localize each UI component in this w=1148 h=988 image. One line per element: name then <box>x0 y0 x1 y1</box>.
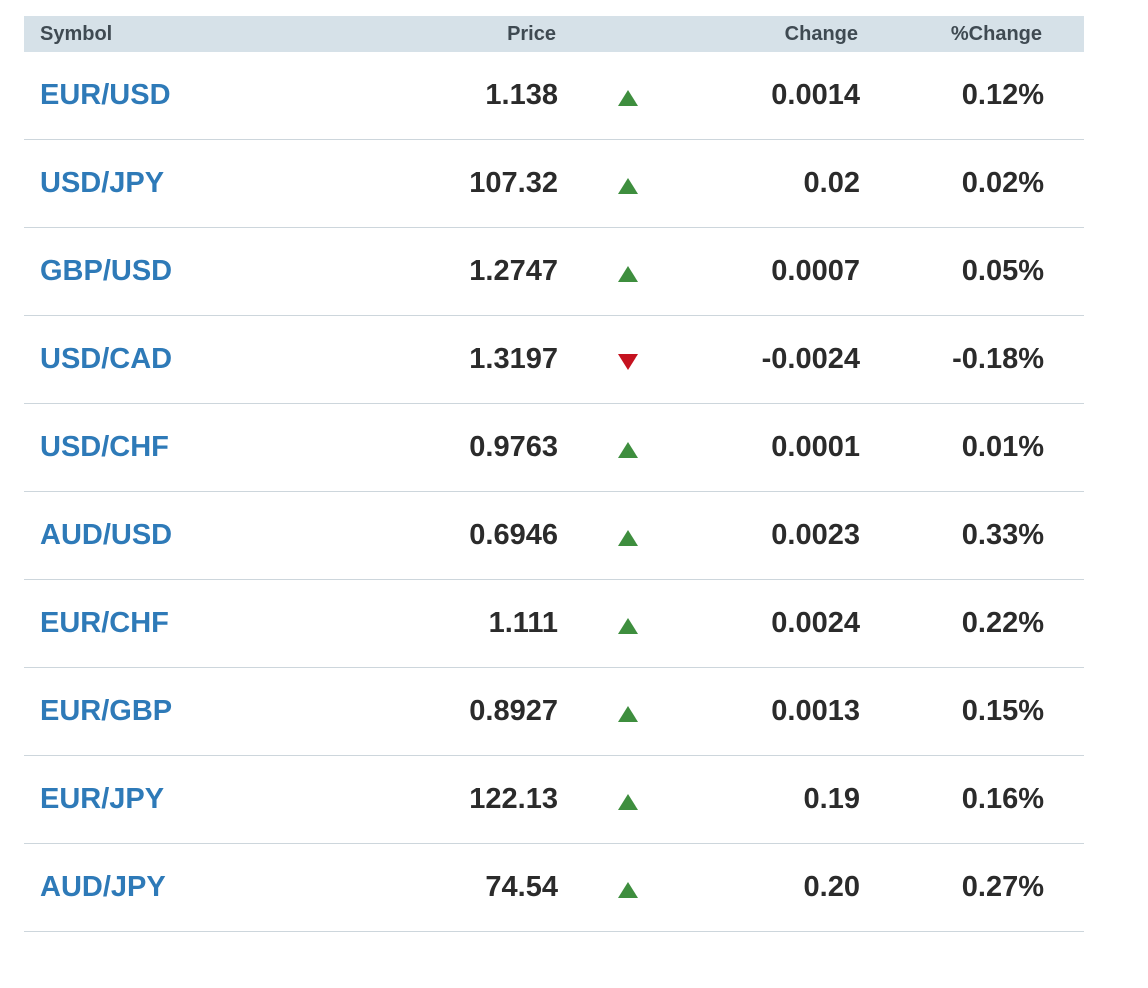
pct-change-cell: 0.15% <box>961 695 1044 727</box>
direction-cell <box>558 174 698 194</box>
symbol-link[interactable]: EUR/GBP <box>40 695 172 727</box>
pct-change-cell: 0.16% <box>961 783 1044 815</box>
direction-cell <box>558 86 698 106</box>
header-price: Price <box>507 22 556 45</box>
price-cell: 1.138 <box>485 79 558 111</box>
header-symbol: Symbol <box>40 22 113 45</box>
price-cell: 1.111 <box>488 607 558 639</box>
table-row: EUR/JPY 122.13 0.19 0.16% <box>24 756 1084 844</box>
table-row: USD/JPY 107.32 0.02 0.02% <box>24 140 1084 228</box>
triangle-up-icon <box>618 265 638 282</box>
price-cell: 122.13 <box>469 783 558 815</box>
table-row: USD/CAD 1.3197 -0.0024 -0.18% <box>24 316 1084 404</box>
symbol-link[interactable]: USD/CAD <box>40 343 172 375</box>
symbol-link[interactable]: USD/JPY <box>40 167 164 199</box>
symbol-cell: AUD/JPY <box>24 871 284 904</box>
header-arrow-spacer <box>558 32 698 36</box>
symbol-link[interactable]: EUR/CHF <box>40 607 169 639</box>
triangle-up-icon <box>618 89 638 106</box>
header-pct-change: %Change <box>950 22 1042 45</box>
direction-cell <box>558 614 698 634</box>
price-cell: 74.54 <box>485 871 558 903</box>
direction-cell <box>558 878 698 898</box>
symbol-cell: EUR/USD <box>24 79 284 112</box>
change-cell: 0.0001 <box>771 431 860 463</box>
change-cell: 0.0007 <box>771 255 860 287</box>
direction-cell <box>558 262 698 282</box>
symbol-cell: GBP/USD <box>24 255 284 288</box>
symbol-cell: USD/CHF <box>24 431 284 464</box>
price-cell: 1.2747 <box>469 255 558 287</box>
price-cell: 107.32 <box>469 167 558 199</box>
symbol-link[interactable]: USD/CHF <box>40 431 169 463</box>
table-body: EUR/USD 1.138 0.0014 0.12% USD/JPY 107.32 0.02… <box>24 52 1084 932</box>
triangle-up-icon <box>618 177 638 194</box>
change-cell: 0.0023 <box>771 519 860 551</box>
direction-cell <box>558 702 698 722</box>
pct-change-cell: 0.01% <box>961 431 1044 463</box>
change-cell: 0.20 <box>803 871 860 903</box>
triangle-down-icon <box>618 353 638 370</box>
table-row: AUD/JPY 74.54 0.20 0.27% <box>24 844 1084 932</box>
header-change: Change <box>784 22 858 45</box>
forex-quotes-table: Symbol Price Change %Change EUR/USD 1.138… <box>24 16 1084 932</box>
triangle-up-icon <box>618 705 638 722</box>
table-row: EUR/USD 1.138 0.0014 0.12% <box>24 52 1084 140</box>
table-row: EUR/CHF 1.111 0.0024 0.22% <box>24 580 1084 668</box>
change-cell: 0.0024 <box>771 607 860 639</box>
table-row: USD/CHF 0.9763 0.0001 0.01% <box>24 404 1084 492</box>
change-cell: 0.19 <box>803 783 860 815</box>
change-cell: -0.0024 <box>761 343 860 375</box>
triangle-up-icon <box>618 793 638 810</box>
pct-change-cell: 0.12% <box>961 79 1044 111</box>
price-cell: 0.9763 <box>469 431 558 463</box>
table-row: EUR/GBP 0.8927 0.0013 0.15% <box>24 668 1084 756</box>
triangle-up-icon <box>618 441 638 458</box>
direction-cell <box>558 790 698 810</box>
price-cell: 1.3197 <box>469 343 558 375</box>
symbol-cell: USD/JPY <box>24 167 284 200</box>
symbol-link[interactable]: AUD/JPY <box>40 871 166 903</box>
price-cell: 0.8927 <box>469 695 558 727</box>
triangle-up-icon <box>618 881 638 898</box>
direction-cell <box>558 526 698 546</box>
symbol-link[interactable]: EUR/USD <box>40 79 171 111</box>
pct-change-cell: 0.27% <box>961 871 1044 903</box>
symbol-cell: EUR/GBP <box>24 695 284 728</box>
symbol-cell: EUR/JPY <box>24 783 284 816</box>
symbol-cell: AUD/USD <box>24 519 284 552</box>
direction-cell <box>558 350 698 370</box>
symbol-link[interactable]: EUR/JPY <box>40 783 164 815</box>
direction-cell <box>558 438 698 458</box>
price-cell: 0.6946 <box>469 519 558 551</box>
symbol-cell: USD/CAD <box>24 343 284 376</box>
change-cell: 0.02 <box>803 167 860 199</box>
symbol-link[interactable]: GBP/USD <box>40 255 172 287</box>
table-header: Symbol Price Change %Change <box>24 16 1084 52</box>
pct-change-cell: -0.18% <box>952 343 1044 375</box>
change-cell: 0.0013 <box>771 695 860 727</box>
pct-change-cell: 0.33% <box>961 519 1044 551</box>
table-row: GBP/USD 1.2747 0.0007 0.05% <box>24 228 1084 316</box>
symbol-cell: EUR/CHF <box>24 607 284 640</box>
triangle-up-icon <box>618 529 638 546</box>
triangle-up-icon <box>618 617 638 634</box>
pct-change-cell: 0.22% <box>961 607 1044 639</box>
table-row: AUD/USD 0.6946 0.0023 0.33% <box>24 492 1084 580</box>
pct-change-cell: 0.02% <box>961 167 1044 199</box>
symbol-link[interactable]: AUD/USD <box>40 519 172 551</box>
pct-change-cell: 0.05% <box>961 255 1044 287</box>
change-cell: 0.0014 <box>771 79 860 111</box>
